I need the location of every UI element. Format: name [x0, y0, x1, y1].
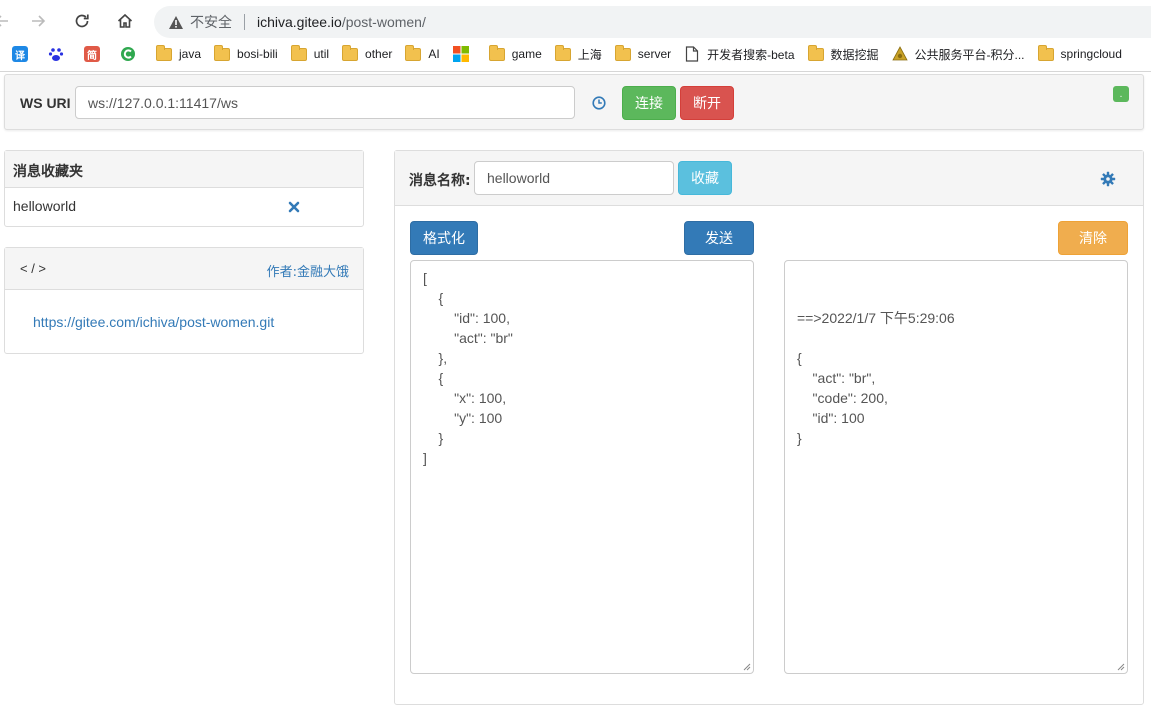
- warning-icon: [168, 15, 184, 30]
- about-panel: < / > 作者:金融大饿 https://gitee.com/ichiva/p…: [4, 247, 364, 354]
- request-editor[interactable]: [ { "id": 100, "act": "br" }, { "x": 100…: [410, 260, 754, 674]
- favorite-item[interactable]: helloworld: [5, 188, 363, 226]
- back-arrow-icon: [0, 15, 8, 27]
- folder-icon: [156, 44, 172, 62]
- bookmark-label: 公共服务平台-积分...: [914, 47, 1025, 62]
- bookmark-label: server: [637, 47, 672, 61]
- resize-handle-icon[interactable]: [743, 663, 751, 671]
- bookmark-jian[interactable]: 简: [84, 46, 107, 62]
- bookmark-label: game: [511, 47, 542, 61]
- bookmark-label: 上海: [577, 47, 602, 62]
- back-button[interactable]: [0, 7, 16, 35]
- bookmark-label: bosi-bili: [237, 47, 278, 61]
- forward-button[interactable]: [24, 7, 52, 35]
- send-button[interactable]: 发送: [684, 221, 754, 255]
- page: WS URI 连接 断开 . 消息收藏夹 helloworld < / > 作者…: [0, 72, 1151, 720]
- url-path: /post-women/: [341, 14, 426, 30]
- bookmark-microsoft[interactable]: [452, 46, 476, 62]
- bookmark-gov-service[interactable]: 公共服务平台-积分...: [891, 46, 1025, 63]
- bookmark-folder-server[interactable]: server: [614, 44, 672, 62]
- folder-icon: [554, 44, 571, 62]
- message-name-label: 消息名称:: [409, 173, 471, 189]
- repo-link[interactable]: https://gitee.com/ichiva/post-women.git: [33, 314, 274, 330]
- gear-icon[interactable]: [1100, 171, 1116, 187]
- response-text: ==>2022/1/7 下午5:29:06 { "act": "br", "co…: [797, 310, 955, 446]
- translate-icon: 译: [12, 46, 28, 62]
- response-output[interactable]: ==>2022/1/7 下午5:29:06 { "act": "br", "co…: [784, 260, 1128, 674]
- folder-icon: [807, 44, 824, 62]
- favorites-title: 消息收藏夹: [5, 151, 363, 188]
- baidu-icon: [48, 46, 64, 62]
- home-icon: [117, 13, 133, 28]
- browser-chrome: 不安全 ichiva.gitee.io /post-women/ 译 简 jav…: [0, 0, 1151, 72]
- forward-arrow-icon: [32, 15, 46, 27]
- c-icon: [120, 46, 136, 62]
- connect-button[interactable]: 连接: [622, 86, 676, 120]
- request-text[interactable]: [ { "id": 100, "act": "br" }, { "x": 100…: [423, 268, 513, 468]
- folder-icon: [614, 44, 631, 62]
- folder-icon: [214, 44, 231, 62]
- favorite-item-label[interactable]: helloworld: [13, 198, 76, 214]
- bookmark-dev-search[interactable]: 开发者搜索-beta: [684, 46, 795, 63]
- bookmark-label: java: [179, 47, 202, 61]
- bookmark-label: util: [313, 47, 330, 61]
- bookmark-folder-shanghai[interactable]: 上海: [554, 44, 602, 63]
- bookmark-folder-game[interactable]: game: [488, 44, 542, 62]
- clock-icon[interactable]: [592, 96, 606, 110]
- reload-icon: [75, 14, 89, 28]
- bookmark-label: 开发者搜索-beta: [707, 47, 795, 62]
- address-separator: [244, 14, 245, 30]
- connection-status-badge: .: [1113, 86, 1129, 102]
- clear-button[interactable]: 清除: [1058, 221, 1128, 255]
- page-icon: [684, 46, 700, 62]
- jian-icon: 简: [84, 46, 100, 62]
- about-header: < / > 作者:金融大饿: [5, 248, 363, 290]
- bookmark-folder-bosi-bili[interactable]: bosi-bili: [214, 44, 278, 62]
- folder-icon: [405, 44, 422, 62]
- bookmark-folder-springcloud[interactable]: springcloud: [1037, 44, 1122, 62]
- ws-connection-bar: WS URI 连接 断开 .: [4, 74, 1144, 130]
- reload-button[interactable]: [68, 7, 96, 35]
- ws-uri-input[interactable]: [75, 86, 575, 119]
- bookmark-label: other: [365, 47, 393, 61]
- microsoft-icon: [452, 46, 469, 62]
- bookmark-label: springcloud: [1060, 47, 1122, 61]
- bookmark-label: 数据挖掘: [830, 47, 879, 62]
- address-bar[interactable]: 不安全 ichiva.gitee.io /post-women/: [154, 6, 1151, 38]
- url-host: ichiva.gitee.io: [257, 14, 342, 30]
- bookmark-folder-other[interactable]: other: [342, 44, 393, 62]
- bookmark-folder-ai[interactable]: AI: [405, 44, 440, 62]
- bookmark-translate[interactable]: 译: [12, 46, 35, 62]
- gov-icon: [891, 46, 908, 62]
- nav-row: 不安全 ichiva.gitee.io /post-women/: [0, 4, 1151, 38]
- bookmark-baidu[interactable]: [48, 46, 71, 62]
- disconnect-button[interactable]: 断开: [680, 86, 734, 120]
- author-link[interactable]: 作者:金融大饿: [267, 261, 349, 280]
- bookmark-folder-util[interactable]: util: [290, 44, 330, 62]
- bookmark-folder-data-mining[interactable]: 数据挖掘: [807, 44, 879, 63]
- message-panel: 消息名称: 收藏: [394, 150, 1144, 705]
- bookmark-folder-java[interactable]: java: [156, 44, 202, 62]
- folder-icon: [342, 44, 359, 62]
- favorites-panel: 消息收藏夹 helloworld: [4, 150, 364, 227]
- folder-icon: [488, 44, 505, 62]
- ws-uri-label: WS URI: [20, 95, 71, 111]
- folder-icon: [1037, 44, 1054, 62]
- home-button[interactable]: [111, 7, 139, 35]
- code-icon: < / >: [20, 261, 47, 276]
- resize-handle-icon[interactable]: [1117, 663, 1125, 671]
- insecure-label: 不安全: [190, 14, 232, 30]
- favorite-button[interactable]: 收藏: [678, 161, 732, 195]
- bookmark-c[interactable]: [120, 46, 143, 62]
- folder-icon: [290, 44, 307, 62]
- bookmarks-bar: 译 简 java bosi-bili util other AI game 上海…: [0, 40, 1151, 68]
- message-name-input[interactable]: [474, 161, 674, 195]
- format-button[interactable]: 格式化: [410, 221, 478, 255]
- message-panel-header: 消息名称: 收藏: [395, 151, 1143, 206]
- bookmark-label: AI: [428, 47, 440, 61]
- remove-favorite-icon[interactable]: [287, 200, 301, 214]
